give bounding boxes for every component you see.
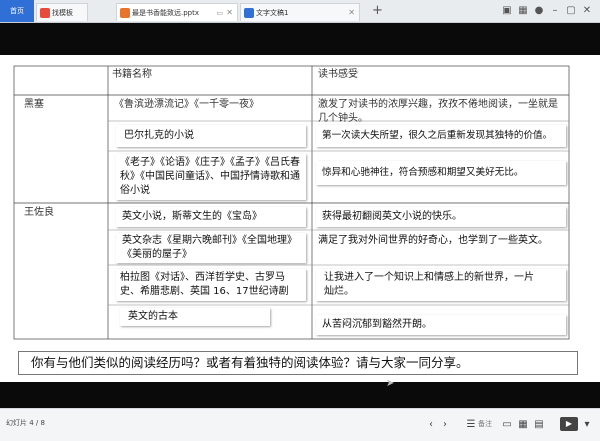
notes-label[interactable]: 备注 [478, 419, 492, 429]
normal-view-icon[interactable]: ▭ [500, 418, 514, 432]
dropdown-icon[interactable]: ▾ [580, 418, 594, 432]
maximize-icon[interactable]: ▢ [564, 4, 578, 18]
row-0-feeling: 激发了对读书的浓厚兴趣，孜孜不倦地阅读，一坐就是几个钟头。 [318, 99, 558, 124]
row-3-book: 英文小说，斯蒂文生的《宝岛》 [122, 211, 262, 222]
row-2-book: 《老子》《论语》《庄子》《孟子》《吕氏春秋》《中国民间童话》、中国抒情诗歌和通俗… [120, 157, 300, 196]
avatar-icon[interactable]: ● [532, 4, 546, 18]
grid-icon[interactable]: ▦ [516, 4, 530, 18]
person-hesse: 黑塞 [24, 99, 44, 110]
discussion-question: 你有与他们类似的阅读经历吗？或者有着独特的阅读体验？请与大家一同分享。 [18, 351, 578, 375]
row-5-feeling: 让我进入了一个知识上和情感上的新世界，一片灿烂。 [324, 272, 534, 297]
slide-letterbox-bottom: ➤ [0, 378, 600, 408]
row-4-book: 英文杂志《星期六晚邮刊》《全国地理》《美丽的屋子》 [122, 235, 297, 260]
template-icon [40, 8, 50, 18]
tab-wordprocessor[interactable]: 文字文稿1 ✕ [240, 3, 360, 21]
next-icon[interactable]: › [438, 418, 452, 432]
mouse-cursor-icon: ➤ [386, 378, 395, 389]
slide-letterbox-top [0, 23, 600, 55]
monitor-icon[interactable]: ▭ [216, 4, 223, 21]
ppt-file-icon [120, 8, 130, 18]
prev-icon[interactable]: ‹ [424, 418, 438, 432]
tab-home[interactable]: 首页 [0, 0, 34, 22]
row-5-book: 柏拉图《对话》、西洋哲学史、古罗马史、希腊悲剧、英国 16、17世纪诗剧 [120, 272, 289, 297]
close-icon[interactable]: ✕ [226, 4, 233, 21]
row-1-book: 巴尔扎克的小说 [124, 130, 194, 141]
header-reading-feeling: 读书感受 [318, 69, 358, 80]
status-bar: 幻灯片 4 / 8 ‹ › ☰ 备注 ▭ ▦ ▤ ▶ ▾ [0, 408, 600, 441]
tab-bar: 首页 找模板 最是书香能致远.pptx ▭ ✕ 文字文稿1 ✕ + ▣ ▦ ● … [0, 0, 600, 23]
doc-file-icon [244, 8, 254, 18]
tab-pptx-label: 最是书香能致远.pptx [132, 9, 199, 17]
minimize-icon[interactable]: – [548, 4, 562, 18]
person-wang-zuoliang: 王佐良 [24, 207, 54, 218]
row-6-book: 英文的古本 [128, 311, 178, 322]
tab-wordprocessor-label: 文字文稿1 [256, 9, 289, 17]
row-3-feeling: 获得最初翻阅英文小说的快乐。 [322, 211, 462, 222]
close-icon[interactable]: ✕ [348, 4, 355, 21]
sorter-view-icon[interactable]: ▦ [516, 418, 530, 432]
layout-icon[interactable]: ▣ [500, 4, 514, 18]
row-4-feeling: 满足了我对外间世界的好奇心，也学到了一些英文。 [318, 235, 548, 246]
reading-view-icon[interactable]: ▤ [532, 418, 546, 432]
slideshow-play-button[interactable]: ▶ [560, 417, 578, 431]
tab-template-label: 找模板 [52, 9, 73, 17]
row-2-feeling: 惊异和心驰神往，符合预感和期望又美好无比。 [322, 167, 524, 178]
close-window-icon[interactable]: ✕ [580, 4, 594, 18]
row-0-book: 《鲁滨逊漂流记》《一千零一夜》 [114, 99, 259, 110]
header-book-title: 书籍名称 [112, 69, 152, 80]
notes-icon[interactable]: ☰ [464, 418, 478, 432]
row-6-feeling: 从苦闷沉郁到豁然开朗。 [322, 319, 432, 330]
slide-counter: 幻灯片 4 / 8 [6, 419, 45, 427]
tab-template[interactable]: 找模板 [36, 3, 88, 21]
slide: 书籍名称 读书感受 黑塞 王佐良 《鲁滨逊漂流记》《一千零一夜》 激发了对读书的… [0, 55, 600, 382]
add-tab-button[interactable]: + [372, 3, 383, 19]
tab-pptx[interactable]: 最是书香能致远.pptx ▭ ✕ [116, 3, 238, 21]
row-1-feeling: 第一次读大失所望，很久之后重新发现其独特的价值。 [322, 130, 553, 141]
